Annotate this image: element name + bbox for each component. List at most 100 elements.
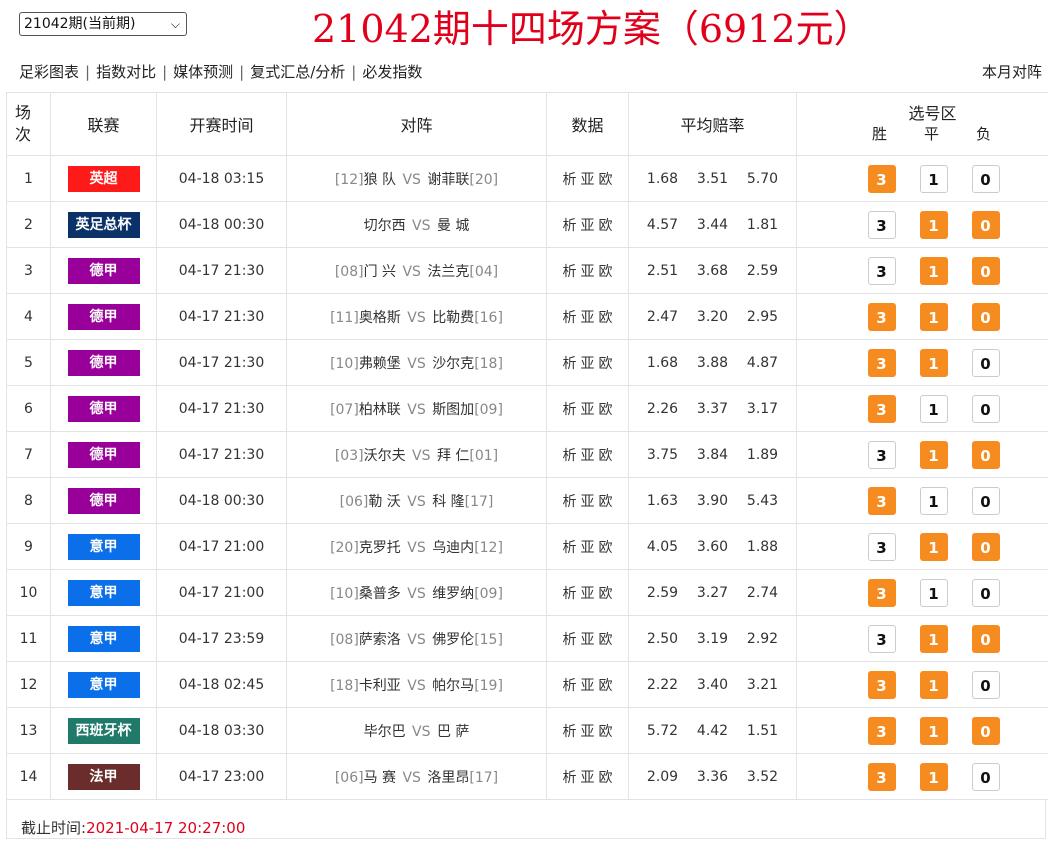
- euro-odds-link[interactable]: 欧: [597, 402, 615, 418]
- pick-draw-button[interactable]: 1: [920, 579, 948, 607]
- euro-odds-link[interactable]: 欧: [597, 632, 615, 648]
- asian-odds-link[interactable]: 亚: [579, 264, 597, 280]
- analysis-link[interactable]: 析: [561, 540, 579, 556]
- euro-odds-link[interactable]: 欧: [597, 310, 615, 326]
- analysis-link[interactable]: 析: [561, 218, 579, 234]
- pick-lose-button[interactable]: 0: [972, 349, 1000, 377]
- period-select[interactable]: 21042期(当前期) ⌵: [19, 12, 187, 36]
- analysis-link[interactable]: 析: [561, 264, 579, 280]
- pick-win-button[interactable]: 3: [868, 533, 896, 561]
- analysis-link[interactable]: 析: [561, 724, 579, 740]
- league-badge[interactable]: 英足总杯: [68, 212, 140, 238]
- pick-lose-button[interactable]: 0: [972, 625, 1000, 653]
- pick-draw-button[interactable]: 1: [920, 717, 948, 745]
- pick-lose-button[interactable]: 0: [972, 257, 1000, 285]
- analysis-link[interactable]: 析: [561, 678, 579, 694]
- asian-odds-link[interactable]: 亚: [579, 310, 597, 326]
- pick-draw-button[interactable]: 1: [920, 211, 948, 239]
- pick-win-button[interactable]: 3: [868, 717, 896, 745]
- pick-win-button[interactable]: 3: [868, 625, 896, 653]
- asian-odds-link[interactable]: 亚: [579, 172, 597, 188]
- analysis-link[interactable]: 析: [561, 356, 579, 372]
- pick-lose-button[interactable]: 0: [972, 441, 1000, 469]
- league-badge[interactable]: 德甲: [68, 396, 140, 422]
- pick-draw-button[interactable]: 1: [920, 763, 948, 791]
- pick-win-button[interactable]: 3: [868, 211, 896, 239]
- euro-odds-link[interactable]: 欧: [597, 678, 615, 694]
- pick-lose-button[interactable]: 0: [972, 763, 1000, 791]
- pick-win-button[interactable]: 3: [868, 303, 896, 331]
- league-badge[interactable]: 德甲: [68, 488, 140, 514]
- pick-lose-button[interactable]: 0: [972, 533, 1000, 561]
- pick-win-button[interactable]: 3: [868, 165, 896, 193]
- analysis-link[interactable]: 析: [561, 770, 579, 786]
- league-badge[interactable]: 德甲: [68, 442, 140, 468]
- nav-link-summary[interactable]: 复式汇总/分析: [250, 63, 345, 81]
- league-badge[interactable]: 意甲: [68, 580, 140, 606]
- pick-lose-button[interactable]: 0: [972, 165, 1000, 193]
- league-badge[interactable]: 西班牙杯: [68, 718, 140, 744]
- match-cell[interactable]: [06]马 赛 VS 洛里昂[17]: [287, 754, 547, 800]
- pick-draw-button[interactable]: 1: [920, 395, 948, 423]
- pick-draw-button[interactable]: 1: [920, 441, 948, 469]
- league-badge[interactable]: 德甲: [68, 350, 140, 376]
- asian-odds-link[interactable]: 亚: [579, 632, 597, 648]
- pick-win-button[interactable]: 3: [868, 671, 896, 699]
- league-badge[interactable]: 意甲: [68, 534, 140, 560]
- asian-odds-link[interactable]: 亚: [579, 724, 597, 740]
- pick-win-button[interactable]: 3: [868, 487, 896, 515]
- pick-draw-button[interactable]: 1: [920, 533, 948, 561]
- month-fixtures-link[interactable]: 本月对阵: [982, 61, 1042, 82]
- pick-draw-button[interactable]: 1: [920, 487, 948, 515]
- match-cell[interactable]: [03]沃尔夫 VS 拜 仁[01]: [287, 432, 547, 478]
- match-cell[interactable]: [10]弗赖堡 VS 沙尔克[18]: [287, 340, 547, 386]
- match-cell[interactable]: [07]柏林联 VS 斯图加[09]: [287, 386, 547, 432]
- euro-odds-link[interactable]: 欧: [597, 586, 615, 602]
- euro-odds-link[interactable]: 欧: [597, 540, 615, 556]
- match-cell[interactable]: [06]勒 沃 VS 科 隆[17]: [287, 478, 547, 524]
- league-badge[interactable]: 英超: [68, 166, 140, 192]
- pick-win-button[interactable]: 3: [868, 763, 896, 791]
- pick-win-button[interactable]: 3: [868, 579, 896, 607]
- nav-link-chart[interactable]: 足彩图表: [19, 63, 79, 81]
- nav-link-media-forecast[interactable]: 媒体预测: [173, 63, 233, 81]
- nav-link-betfair-index[interactable]: 必发指数: [362, 63, 422, 81]
- pick-lose-button[interactable]: 0: [972, 303, 1000, 331]
- pick-lose-button[interactable]: 0: [972, 717, 1000, 745]
- pick-lose-button[interactable]: 0: [972, 579, 1000, 607]
- analysis-link[interactable]: 析: [561, 586, 579, 602]
- euro-odds-link[interactable]: 欧: [597, 448, 615, 464]
- pick-draw-button[interactable]: 1: [920, 165, 948, 193]
- pick-lose-button[interactable]: 0: [972, 671, 1000, 699]
- pick-draw-button[interactable]: 1: [920, 303, 948, 331]
- asian-odds-link[interactable]: 亚: [579, 494, 597, 510]
- asian-odds-link[interactable]: 亚: [579, 356, 597, 372]
- match-cell[interactable]: [11]奥格斯 VS 比勒费[16]: [287, 294, 547, 340]
- league-badge[interactable]: 德甲: [68, 304, 140, 330]
- pick-draw-button[interactable]: 1: [920, 257, 948, 285]
- euro-odds-link[interactable]: 欧: [597, 494, 615, 510]
- asian-odds-link[interactable]: 亚: [579, 448, 597, 464]
- analysis-link[interactable]: 析: [561, 448, 579, 464]
- euro-odds-link[interactable]: 欧: [597, 770, 615, 786]
- pick-lose-button[interactable]: 0: [972, 395, 1000, 423]
- match-cell[interactable]: [18]卡利亚 VS 帕尔马[19]: [287, 662, 547, 708]
- analysis-link[interactable]: 析: [561, 632, 579, 648]
- euro-odds-link[interactable]: 欧: [597, 724, 615, 740]
- league-badge[interactable]: 意甲: [68, 626, 140, 652]
- pick-win-button[interactable]: 3: [868, 257, 896, 285]
- match-cell[interactable]: [12]狼 队 VS 谢菲联[20]: [287, 156, 547, 202]
- match-cell[interactable]: [10]桑普多 VS 维罗纳[09]: [287, 570, 547, 616]
- analysis-link[interactable]: 析: [561, 310, 579, 326]
- pick-win-button[interactable]: 3: [868, 395, 896, 423]
- match-cell[interactable]: 毕尔巴 VS 巴 萨: [287, 708, 547, 754]
- asian-odds-link[interactable]: 亚: [579, 770, 597, 786]
- euro-odds-link[interactable]: 欧: [597, 264, 615, 280]
- asian-odds-link[interactable]: 亚: [579, 218, 597, 234]
- match-cell[interactable]: 切尔西 VS 曼 城: [287, 202, 547, 248]
- asian-odds-link[interactable]: 亚: [579, 540, 597, 556]
- nav-link-index-compare[interactable]: 指数对比: [96, 63, 156, 81]
- asian-odds-link[interactable]: 亚: [579, 402, 597, 418]
- analysis-link[interactable]: 析: [561, 494, 579, 510]
- pick-win-button[interactable]: 3: [868, 349, 896, 377]
